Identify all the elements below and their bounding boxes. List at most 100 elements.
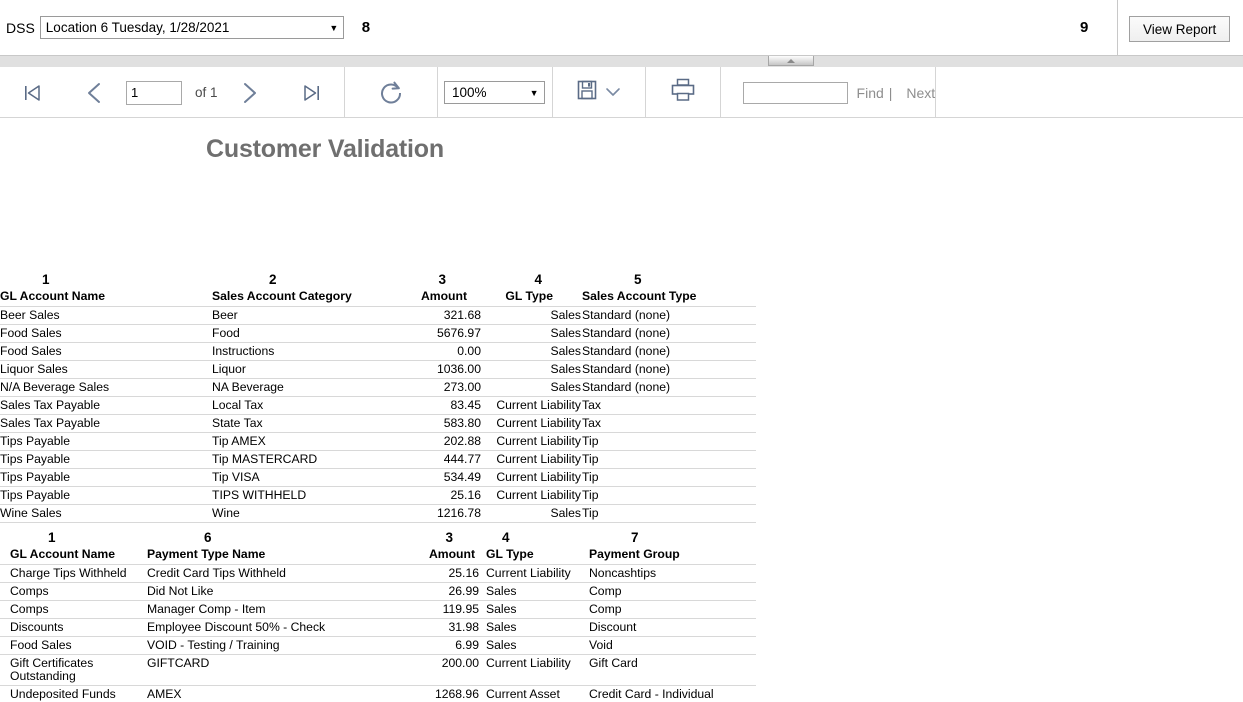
cell-payment-type-name: GIFTCARD: [145, 654, 385, 686]
table-row: Liquor Sales Liquor 1036.00 Sales Standard (…: [0, 360, 756, 379]
cell-gl-type: Current Liability: [482, 486, 582, 505]
dss-location-date-select[interactable]: Location 6 Tuesday, 1/28/2021 ▼: [39, 16, 344, 39]
zoom-level-select[interactable]: 100% ▼: [444, 81, 546, 104]
chevron-down-icon: [605, 84, 621, 102]
chevron-down-icon: ▼: [529, 87, 539, 98]
cell-amount: 202.88: [382, 432, 482, 451]
collapse-up-caret-icon[interactable]: [768, 56, 814, 66]
cell-amount: 6.99: [385, 636, 482, 655]
cell-gl-type: Sales: [482, 600, 587, 619]
find-next-button[interactable]: Next: [906, 85, 935, 101]
cell-gl-type: Current Liability: [482, 414, 582, 433]
cell-payment-type-name: AMEX: [145, 685, 385, 702]
print-icon: [670, 77, 696, 108]
parameter-divider: [1117, 0, 1118, 55]
cell-sales-account-type: Standard (none): [582, 360, 756, 379]
first-page-icon[interactable]: [0, 67, 63, 118]
cell-amount: 119.95: [385, 600, 482, 619]
column-label: Amount: [420, 289, 467, 303]
next-page-icon[interactable]: [218, 67, 281, 118]
cell-payment-type-name: VOID - Testing / Training: [145, 636, 385, 655]
cell-amount: 444.77: [382, 450, 482, 469]
parameter-splitter-band: [0, 56, 1243, 67]
column-number: 2: [269, 272, 277, 287]
table-row: Discounts Employee Discount 50% - Check 31…: [0, 618, 756, 637]
cell-gl-account-name: Tips Payable: [0, 432, 212, 451]
cell-gl-account-name: Liquor Sales: [0, 360, 212, 379]
cell-gl-account-name: Comps: [0, 582, 145, 601]
cell-gl-account-name: Sales Tax Payable: [0, 414, 212, 433]
find-input[interactable]: [742, 81, 848, 104]
find-group: Find | Next: [721, 67, 937, 118]
cell-sales-account-type: Standard (none): [582, 306, 756, 325]
table-header-row: 1 GL Account Name 6 Payment Type Name 3 …: [0, 531, 756, 565]
page-number-input[interactable]: [126, 80, 182, 105]
column-number: 1: [42, 272, 50, 287]
cell-sales-account-category: Food: [212, 324, 382, 343]
cell-gl-account-name: Tips Payable: [0, 468, 212, 487]
last-page-icon[interactable]: [281, 67, 344, 118]
report-title: Customer Validation: [206, 135, 444, 163]
sales-account-category-table: 1 GL Account Name 2 Sales Account Catego…: [0, 273, 756, 523]
column-label: GL Type: [486, 547, 534, 561]
column-label: GL Type: [505, 289, 553, 303]
cell-amount: 321.68: [382, 306, 482, 325]
cell-sales-account-category: Local Tax: [212, 396, 382, 415]
column-header-payment-group: 7 Payment Group: [587, 531, 756, 565]
cell-sales-account-type: Standard (none): [582, 378, 756, 397]
refresh-icon[interactable]: [345, 67, 437, 118]
column-header-sales-account-category: 2 Sales Account Category: [212, 273, 382, 307]
cell-sales-account-type: Standard (none): [582, 324, 756, 343]
column-label: GL Account Name: [10, 547, 115, 561]
print-group: [646, 67, 721, 118]
report-viewer-toolbar: of 1 100% ▼: [0, 67, 1243, 118]
column-number: 1: [48, 530, 56, 545]
cell-gl-type: Sales: [482, 342, 582, 361]
cell-amount: 31.98: [385, 618, 482, 637]
cell-gl-account-name: Tips Payable: [0, 486, 212, 505]
print-button[interactable]: [646, 67, 720, 118]
cell-sales-account-category: NA Beverage: [212, 378, 382, 397]
table-row: Comps Did Not Like 26.99 Sales Comp: [0, 582, 756, 601]
cell-amount: 25.16: [385, 564, 482, 583]
cell-gl-type: Sales: [482, 582, 587, 601]
cell-payment-group: Gift Card: [587, 654, 756, 686]
cell-gl-account-name: Beer Sales: [0, 306, 212, 325]
column-number: 3: [438, 272, 446, 287]
pagination-group: of 1: [0, 67, 345, 118]
page-count-label: of 1: [195, 85, 218, 100]
annotation-number-8: 8: [361, 19, 371, 36]
cell-payment-group: Comp: [587, 582, 756, 601]
cell-sales-account-type: Tax: [582, 396, 756, 415]
view-report-button[interactable]: View Report: [1129, 16, 1231, 42]
column-header-gl-account-name: 1 GL Account Name: [0, 273, 212, 307]
cell-sales-account-category: Tip VISA: [212, 468, 382, 487]
payment-type-table: 1 GL Account Name 6 Payment Type Name 3 …: [0, 531, 756, 702]
cell-sales-account-type: Standard (none): [582, 342, 756, 361]
save-export-icon: [576, 79, 598, 106]
column-number: 4: [534, 272, 542, 287]
table-header-row: 1 GL Account Name 2 Sales Account Catego…: [0, 273, 756, 307]
table-row: Beer Sales Beer 321.68 Sales Standard (none): [0, 306, 756, 325]
export-dropdown-button[interactable]: [553, 67, 645, 118]
cell-gl-account-name: Charge Tips Withheld: [0, 564, 145, 583]
column-number: 4: [502, 530, 510, 545]
cell-sales-account-category: State Tax: [212, 414, 382, 433]
previous-page-icon[interactable]: [63, 67, 126, 118]
parameter-group: DSS Location 6 Tuesday, 1/28/2021 ▼ 8: [6, 0, 370, 55]
parameter-label: DSS: [6, 19, 35, 36]
cell-gl-type: Current Liability: [482, 468, 582, 487]
cell-sales-account-type: Tip: [582, 432, 756, 451]
cell-amount: 0.00: [382, 342, 482, 361]
cell-gl-type: Current Liability: [482, 654, 587, 686]
cell-gl-type: Sales: [482, 378, 582, 397]
find-button[interactable]: Find: [857, 85, 884, 101]
chevron-down-icon: ▼: [329, 22, 339, 33]
cell-gl-type: Sales: [482, 324, 582, 343]
column-label: GL Account Name: [0, 289, 105, 303]
zoom-level-value: 100%: [452, 85, 487, 100]
cell-sales-account-category: TIPS WITHHELD: [212, 486, 382, 505]
report-canvas: Customer Validation 1 GL Account Name 2 …: [0, 118, 1243, 702]
caret-shape: [787, 58, 795, 63]
cell-gl-account-name: Comps: [0, 600, 145, 619]
